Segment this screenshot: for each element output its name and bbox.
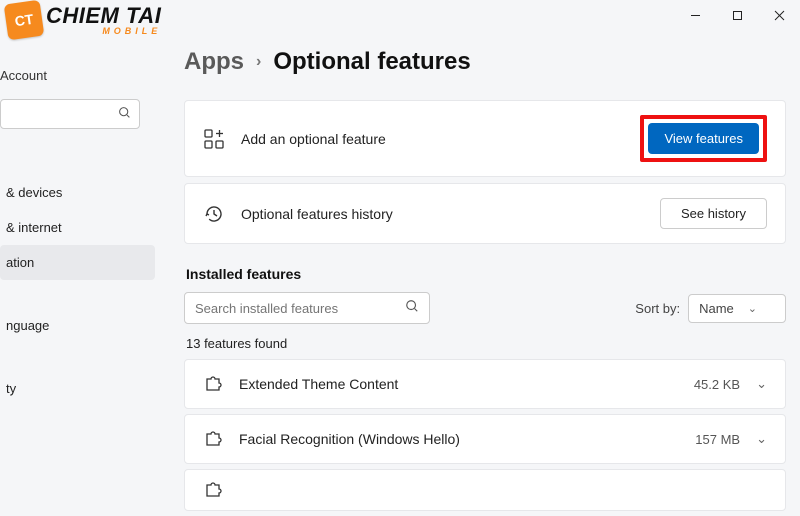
watermark-main: CHIEM TAI bbox=[46, 5, 161, 27]
puzzle-icon bbox=[203, 374, 223, 394]
feature-name: Extended Theme Content bbox=[239, 376, 694, 392]
installed-search-input[interactable] bbox=[195, 301, 405, 316]
page-title: Optional features bbox=[273, 48, 470, 76]
nav-item-security[interactable]: ty bbox=[0, 371, 155, 406]
puzzle-icon bbox=[203, 480, 223, 500]
add-feature-card: Add an optional feature View features bbox=[184, 100, 786, 177]
search-icon bbox=[405, 299, 419, 318]
view-features-button[interactable]: View features bbox=[648, 123, 759, 154]
history-card: Optional features history See history bbox=[184, 183, 786, 244]
minimize-button[interactable] bbox=[674, 0, 716, 30]
maximize-button[interactable] bbox=[716, 0, 758, 30]
account-label[interactable]: Account bbox=[0, 60, 155, 99]
watermark-logo: CT CHIEM TAI MOBILE bbox=[6, 2, 161, 38]
sidebar-search[interactable] bbox=[0, 99, 140, 129]
feature-row[interactable]: Facial Recognition (Windows Hello) 157 M… bbox=[184, 414, 786, 464]
installed-title: Installed features bbox=[186, 266, 786, 282]
breadcrumb-parent[interactable]: Apps bbox=[184, 48, 244, 76]
sort-select[interactable]: Name ⌄ bbox=[688, 294, 786, 323]
nav-item-devices[interactable]: & devices bbox=[0, 175, 155, 210]
chevron-down-icon[interactable]: ⌄ bbox=[756, 431, 767, 447]
result-count: 13 features found bbox=[186, 336, 786, 351]
sidebar-search-input[interactable] bbox=[9, 107, 118, 121]
installed-search[interactable] bbox=[184, 292, 430, 324]
feature-size: 45.2 KB bbox=[694, 377, 740, 392]
feature-row[interactable]: Extended Theme Content 45.2 KB ⌄ bbox=[184, 359, 786, 409]
add-feature-label: Add an optional feature bbox=[241, 131, 640, 147]
feature-name: Facial Recognition (Windows Hello) bbox=[239, 431, 695, 447]
close-button[interactable] bbox=[758, 0, 800, 30]
add-app-icon bbox=[203, 128, 225, 150]
chevron-right-icon: › bbox=[256, 53, 261, 71]
nav-item-personalization[interactable]: ation bbox=[0, 245, 155, 280]
see-history-button[interactable]: See history bbox=[660, 198, 767, 229]
watermark-sub: MOBILE bbox=[46, 27, 161, 36]
chevron-down-icon[interactable]: ⌄ bbox=[756, 376, 767, 392]
sort-label: Sort by: bbox=[635, 301, 680, 316]
watermark-badge: CT bbox=[4, 0, 45, 40]
nav-item-internet[interactable]: & internet bbox=[0, 210, 155, 245]
chevron-down-icon: ⌄ bbox=[748, 302, 757, 315]
puzzle-icon bbox=[203, 429, 223, 449]
nav-item-language[interactable]: nguage bbox=[0, 308, 155, 343]
history-icon bbox=[203, 203, 225, 225]
highlight-annotation: View features bbox=[640, 115, 767, 162]
breadcrumb: Apps › Optional features bbox=[184, 48, 786, 76]
feature-size: 157 MB bbox=[695, 432, 740, 447]
feature-row[interactable] bbox=[184, 469, 786, 511]
history-label: Optional features history bbox=[241, 206, 660, 222]
sort-value: Name bbox=[699, 301, 734, 316]
search-icon bbox=[118, 106, 131, 122]
